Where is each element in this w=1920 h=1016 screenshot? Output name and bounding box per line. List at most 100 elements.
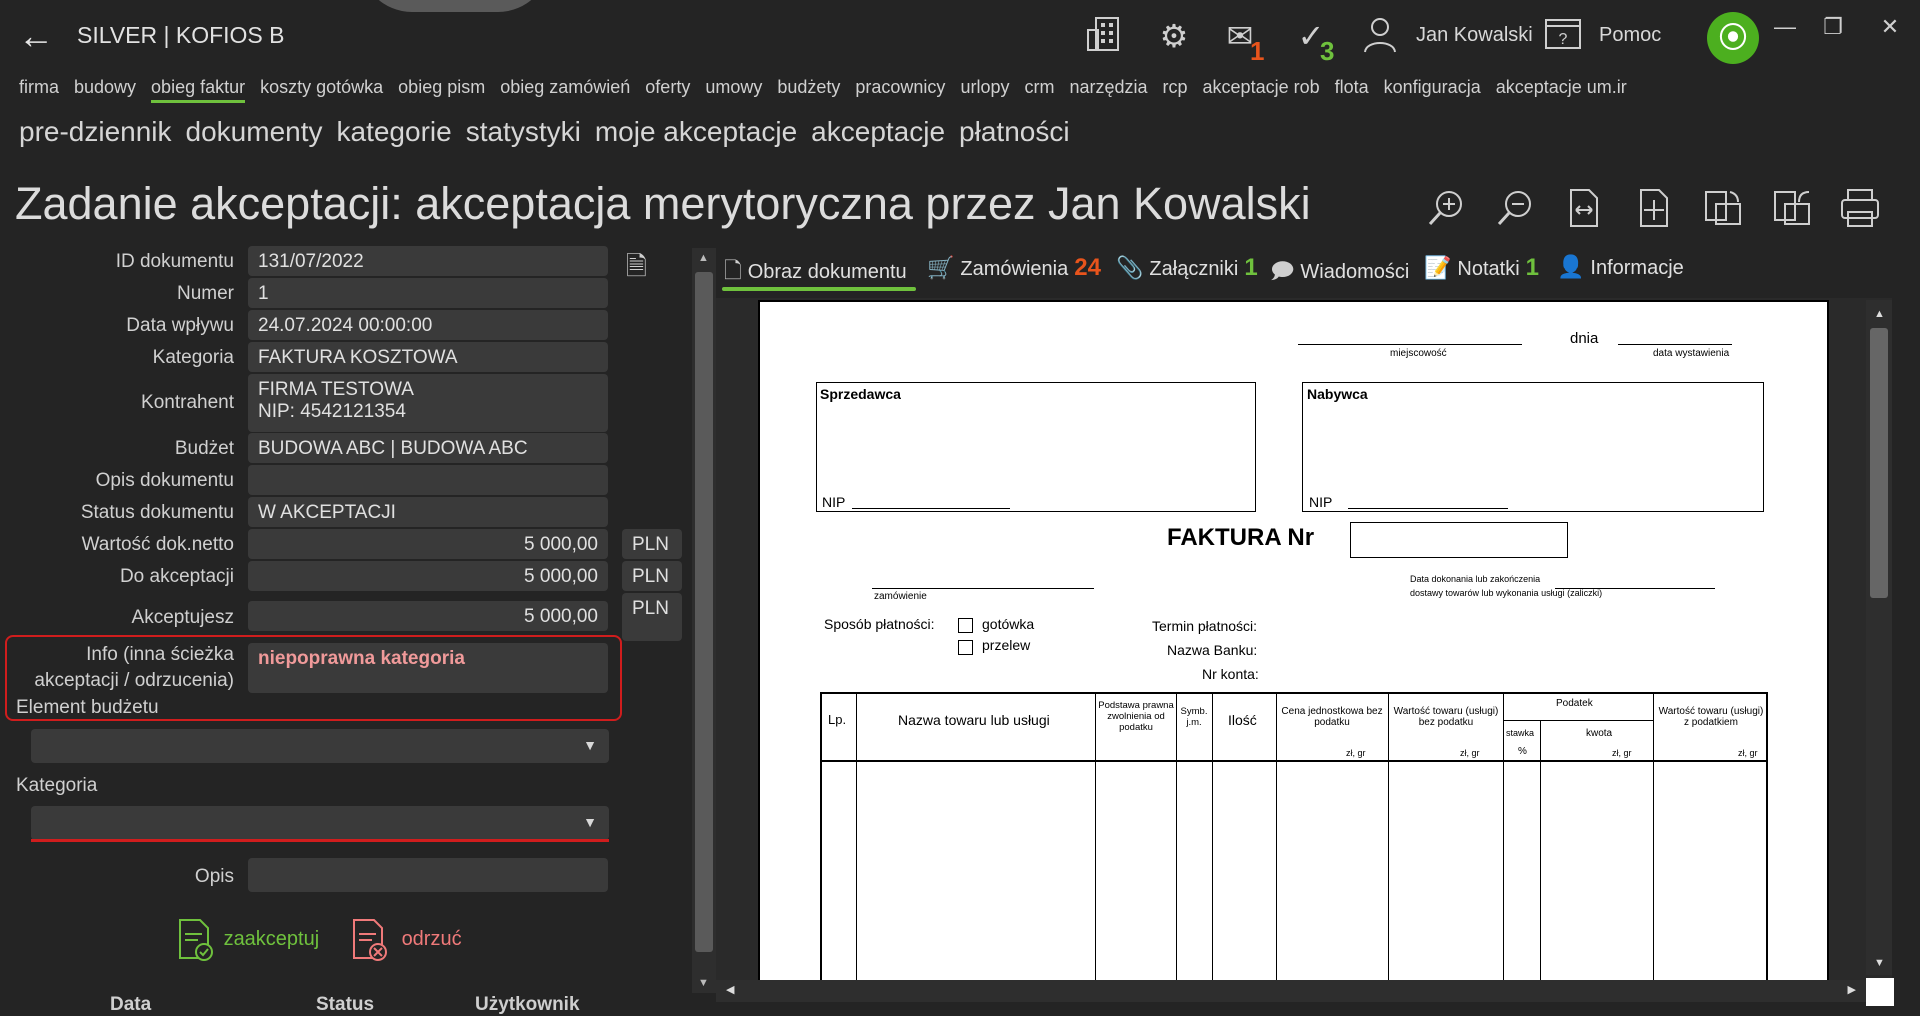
print-icon[interactable] [1837,186,1883,232]
scroll-down-icon[interactable]: ▼ [698,977,709,989]
menu-item-budowy[interactable]: budowy [74,77,136,103]
viewer-scrollbar-thumb[interactable] [1870,328,1888,598]
tab-informacje[interactable]: 👤 Informacje [1557,254,1684,280]
menu-item-koszty-gotowka[interactable]: koszty gotówka [260,77,383,103]
help-link[interactable]: Pomoc [1599,24,1661,47]
submenu-moje-akceptacje[interactable]: moje akceptacje [595,116,797,148]
close-icon[interactable]: ✕ [1870,14,1910,42]
building-icon[interactable] [1082,14,1126,58]
numer-field[interactable]: 1 [248,278,608,308]
element-budzetu-select[interactable]: ▼ [31,729,609,763]
minimize-icon[interactable]: — [1765,14,1805,42]
scroll-up-icon[interactable]: ▲ [1874,308,1885,320]
zoom-in-icon[interactable] [1424,186,1470,232]
data-field[interactable]: 24.07.2024 00:00:00 [248,310,608,340]
app-title: SILVER | KOFIOS B [77,22,285,48]
viewer-vertical-scrollbar[interactable]: ▲ ▼ [1866,300,1892,975]
submenu-platnosci[interactable]: płatności [959,116,1070,148]
menu-item-obieg-zamowien[interactable]: obieg zamówień [500,77,630,103]
accept-label: zaakceptuj [223,928,320,951]
submenu-dokumenty[interactable]: dokumenty [186,116,323,148]
document-icon[interactable]: 🗎 [626,248,647,292]
viewer-horizontal-scrollbar[interactable]: ◀ ▶ [716,980,1866,1002]
scroll-right-icon[interactable]: ▶ [1848,983,1856,996]
menu-item-budzety[interactable]: budżety [777,77,840,103]
opis-field[interactable] [248,858,608,892]
form-scrollbar-thumb[interactable] [695,272,713,952]
akceptujesz-field[interactable]: 5 000,00 [248,601,608,631]
inv-dnia: dnia [1570,330,1599,347]
accept-button[interactable]: zaakceptuj [176,918,319,962]
inv-przelew: przelew [982,637,1031,653]
fit-width-icon[interactable] [1560,186,1606,232]
inv-zl-gr: zł, gr [1346,748,1366,758]
rotate-left-icon[interactable] [1768,186,1814,232]
zoom-out-icon[interactable] [1493,186,1539,232]
kategoria2-label: Kategoria [16,775,98,796]
menu-item-umowy[interactable]: umowy [705,77,762,103]
do-akceptacji-label: Do akceptacji [119,566,234,587]
gear-icon[interactable]: ⚙ [1152,14,1196,58]
user-name[interactable]: Jan Kowalski [1416,24,1533,47]
menu-item-akceptacje-um-ir[interactable]: akceptacje um.ir [1496,77,1627,103]
id-label: ID dokumentu [115,251,234,272]
scroll-left-icon[interactable]: ◀ [726,983,734,996]
menu-item-flota[interactable]: flota [1335,77,1369,103]
document-icon: 🗋 [724,258,742,283]
inv-zl-gr: zł, gr [1738,748,1758,758]
submenu-akceptacje[interactable]: akceptacje [811,116,945,148]
id-field[interactable]: 131/07/2022 [248,246,608,276]
menu-item-akceptacje-rob[interactable]: akceptacje rob [1203,77,1320,103]
budzet-field[interactable]: BUDOWA ABC | BUDOWA ABC [248,433,608,463]
menu-item-konfiguracja[interactable]: konfiguracja [1384,77,1481,103]
inv-h-cena: Cena jednostkowa bez podatku [1281,706,1383,728]
do-akceptacji-field[interactable]: 5 000,00 [248,561,608,591]
status-field[interactable]: W AKCEPTACJI [248,497,608,527]
kontrahent-field[interactable]: FIRMA TESTOWA NIP: 4542121354 [248,374,608,432]
restore-icon[interactable]: ❐ [1813,14,1853,42]
inv-h-wartosc: Wartość towaru (usługi) bez podatku [1393,706,1499,728]
back-arrow-icon[interactable]: ← [18,18,62,54]
fit-page-icon[interactable] [1630,186,1676,232]
rotate-right-icon[interactable] [1699,186,1745,232]
kontrahent-label: Kontrahent [141,392,234,413]
menu-item-firma[interactable]: firma [19,77,59,103]
user-icon[interactable] [1358,14,1402,58]
opis-dokumentu-field[interactable] [248,465,608,495]
info-field[interactable]: niepoprawna kategoria [248,643,608,693]
menu-item-oferty[interactable]: oferty [645,77,690,103]
menu-item-obieg-pism[interactable]: obieg pism [398,77,485,103]
menu-item-rcp[interactable]: rcp [1163,77,1188,103]
kategoria2-select[interactable]: ▼ [31,806,609,840]
form-scrollbar[interactable]: ▲ ▼ [692,248,716,993]
tab-zalaczniki[interactable]: 📎 Załączniki 1 [1116,254,1258,282]
scroll-up-icon[interactable]: ▲ [698,252,709,264]
submenu-kategorie[interactable]: kategorie [337,116,452,148]
tab-zamowienia[interactable]: 🛒 Zamówienia 24 [927,254,1101,282]
tab-count: 1 [1244,254,1258,281]
submenu-pre-dziennik[interactable]: pre-dziennik [19,116,172,148]
inv-h-lp: Lp. [828,712,847,727]
kategoria-label: Kategoria [152,347,234,368]
reject-button[interactable]: odrzuć [350,918,462,962]
chevron-down-icon: ▼ [583,737,597,753]
opis-label: Opis [194,866,234,887]
scroll-down-icon[interactable]: ▼ [1874,957,1885,969]
tab-notatki[interactable]: 📝 Notatki 1 [1424,254,1539,282]
kategoria-field[interactable]: FAKTURA KOSZTOWA [248,342,608,372]
document-viewer[interactable]: dnia miejscowość data wystawienia Sprzed… [716,298,1892,980]
submenu-statystyki[interactable]: statystyki [466,116,581,148]
menu-item-obieg-faktur[interactable]: obieg faktur [151,77,246,103]
numer-label: Numer [176,283,234,304]
menu-item-pracownicy[interactable]: pracownicy [855,77,945,103]
scrollbar-corner [1866,978,1894,1006]
chevron-down-icon: ▼ [583,814,597,830]
tab-wiadomosci[interactable]: 🗩 Wiadomości [1270,254,1409,292]
tab-label: Zamówienia [960,258,1069,280]
netto-field[interactable]: 5 000,00 [248,529,608,559]
menu-item-urlopy[interactable]: urlopy [960,77,1009,103]
menu-item-crm[interactable]: crm [1024,77,1054,103]
menu-item-narzedzia[interactable]: narzędzia [1069,77,1147,103]
help-icon[interactable]: ? [1541,14,1585,58]
active-tab-indicator [722,287,916,291]
